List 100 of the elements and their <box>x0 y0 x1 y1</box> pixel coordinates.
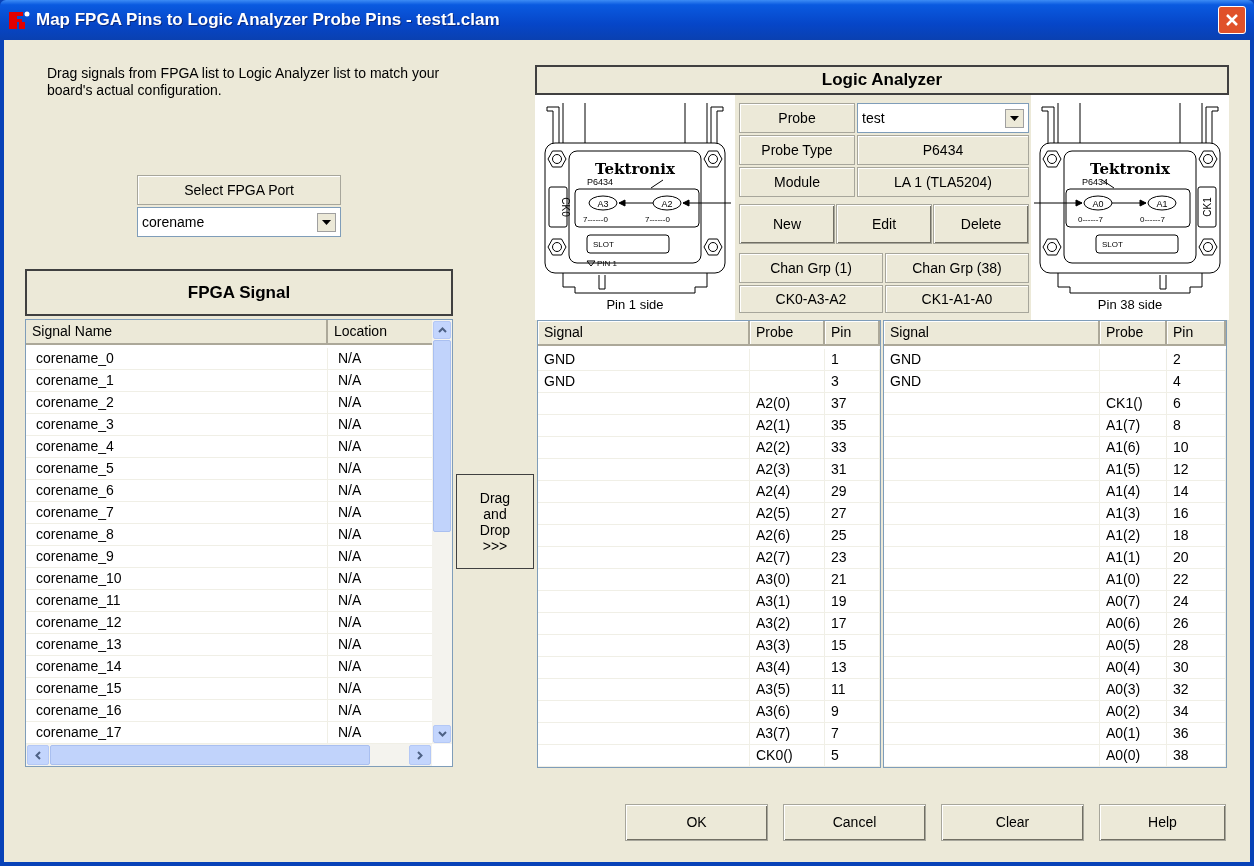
table-cell-text: 21 <box>831 570 847 589</box>
table-cell-text: corename_15 <box>36 679 122 698</box>
scroll-thumb[interactable] <box>50 745 370 765</box>
table-cell-text: 29 <box>831 482 847 501</box>
channel-group-label: Chan Grp (38) <box>885 253 1029 283</box>
column-header[interactable]: Pin <box>1167 321 1226 346</box>
table-cell-text: A2(2) <box>756 438 791 457</box>
scale-label: 7------0 <box>645 215 670 224</box>
table-cell-text: A2(7) <box>756 548 791 567</box>
close-button[interactable] <box>1218 6 1246 34</box>
table-cell-text: corename_6 <box>36 481 114 500</box>
table-cell-text: 23 <box>831 548 847 567</box>
clock-label: CK1 <box>1201 197 1213 217</box>
table-cell-text: A3(2) <box>756 614 791 633</box>
model-label: P6434 <box>587 177 614 187</box>
table-cell-text: N/A <box>338 723 362 742</box>
dropdown-button[interactable] <box>1005 108 1024 128</box>
horizontal-scrollbar[interactable] <box>26 744 432 766</box>
table-cell-text: A3(5) <box>756 680 791 699</box>
table-cell-text: 14 <box>1173 482 1189 501</box>
table-cell-text: 6 <box>1173 394 1181 413</box>
table-cell-text: corename_1 <box>36 371 114 390</box>
probe-action-button[interactable]: Delete <box>933 204 1029 244</box>
table-cell-text: A2(6) <box>756 526 791 545</box>
scroll-thumb[interactable] <box>433 340 451 532</box>
table-cell-text: N/A <box>338 393 362 412</box>
table-cell-text: 10 <box>1173 438 1189 457</box>
probe-action-button[interactable]: Edit <box>836 204 932 244</box>
instructions-text: Drag signals from FPGA list to Logic Analyzer list to match your board's actual configuration. <box>47 65 441 99</box>
brand-label: Tektronix <box>1090 160 1170 178</box>
table-cell-text: 7 <box>831 724 839 743</box>
channel-label: A3 <box>597 198 609 209</box>
table-cell-text: A0(1) <box>1106 724 1141 743</box>
table-cell-text: A2(5) <box>756 504 791 523</box>
logic-analyzer-header: Logic Analyzer <box>535 65 1229 95</box>
table-cell-text: A1(3) <box>1106 504 1141 523</box>
scale-label: 0------7 <box>1140 215 1165 224</box>
dialog-button[interactable]: OK <box>625 804 768 841</box>
column-header[interactable]: Probe <box>1100 321 1167 346</box>
table-cell-text: 27 <box>831 504 847 523</box>
column-header[interactable]: Signal Name <box>26 320 328 345</box>
dropdown-button[interactable] <box>317 212 336 232</box>
table-cell-text: corename_16 <box>36 701 122 720</box>
table-cell-text: 32 <box>1173 680 1189 699</box>
table-cell-text: N/A <box>338 569 362 588</box>
table-cell-text: 15 <box>831 636 847 655</box>
table-cell-text: corename_4 <box>36 437 114 456</box>
column-header[interactable]: Signal <box>884 321 1100 346</box>
table-cell-text: 31 <box>831 460 847 479</box>
probe-action-button[interactable]: New <box>739 204 835 244</box>
column-header[interactable]: Pin <box>825 321 880 346</box>
table-cell-text: GND <box>890 372 922 391</box>
table-cell-text: N/A <box>338 459 362 478</box>
table-cell-text: A1(5) <box>1106 460 1141 479</box>
table-cell-text: N/A <box>338 613 362 632</box>
table-cell-text: N/A <box>338 657 362 676</box>
table-cell-text: corename_2 <box>36 393 114 412</box>
table-cell-text: 5 <box>831 746 839 765</box>
scroll-right-button[interactable] <box>409 745 431 765</box>
channel-label: A1 <box>1156 198 1168 209</box>
table-cell-text: GND <box>544 372 576 391</box>
table-cell-text: A3(4) <box>756 658 791 677</box>
table-cell-text: N/A <box>338 415 362 434</box>
scroll-left-button[interactable] <box>27 745 49 765</box>
connector-caption: Pin 38 side <box>1097 297 1163 313</box>
dialog-button[interactable]: Clear <box>941 804 1084 841</box>
table-cell-text: corename_13 <box>36 635 122 654</box>
table-cell-text: N/A <box>338 679 362 698</box>
vertical-scrollbar[interactable] <box>432 320 452 744</box>
column-header[interactable]: Signal <box>538 321 750 346</box>
chevron-right-icon <box>417 750 423 760</box>
table-cell-text: corename_10 <box>36 569 122 588</box>
drag-drop-button[interactable]: Drag and Drop >>> <box>456 474 534 569</box>
table-cell-text: 33 <box>831 438 847 457</box>
table-cell-text: A2(3) <box>756 460 791 479</box>
slot-label: SLOT <box>1102 240 1123 249</box>
scroll-up-button[interactable] <box>433 321 451 339</box>
table-cell-text: A0(0) <box>1106 746 1141 765</box>
table-cell-text: corename_3 <box>36 415 114 434</box>
scroll-down-button[interactable] <box>433 725 451 743</box>
table-cell-text: 35 <box>831 416 847 435</box>
channel-label: A2 <box>661 198 673 209</box>
slot-label: SLOT <box>593 240 614 249</box>
table-cell-text: A0(4) <box>1106 658 1141 677</box>
table-cell-text: A1(4) <box>1106 482 1141 501</box>
probe-dropdown[interactable]: test <box>857 103 1029 133</box>
table-cell-text: A0(3) <box>1106 680 1141 699</box>
table-cell-text: N/A <box>338 547 362 566</box>
table-cell-text: N/A <box>338 701 362 720</box>
dialog-button[interactable]: Cancel <box>783 804 926 841</box>
table-cell-text: N/A <box>338 437 362 456</box>
connector-caption: Pin 1 side <box>606 297 664 313</box>
caret-icon <box>322 219 331 225</box>
column-header[interactable]: Probe <box>750 321 825 346</box>
port-label: Select FPGA Port <box>137 175 341 205</box>
port-dropdown[interactable]: corename <box>137 207 341 237</box>
table-cell-text: A2(4) <box>756 482 791 501</box>
chevron-left-icon <box>35 750 41 760</box>
dialog-button[interactable]: Help <box>1099 804 1226 841</box>
table-cell-text: N/A <box>338 525 362 544</box>
